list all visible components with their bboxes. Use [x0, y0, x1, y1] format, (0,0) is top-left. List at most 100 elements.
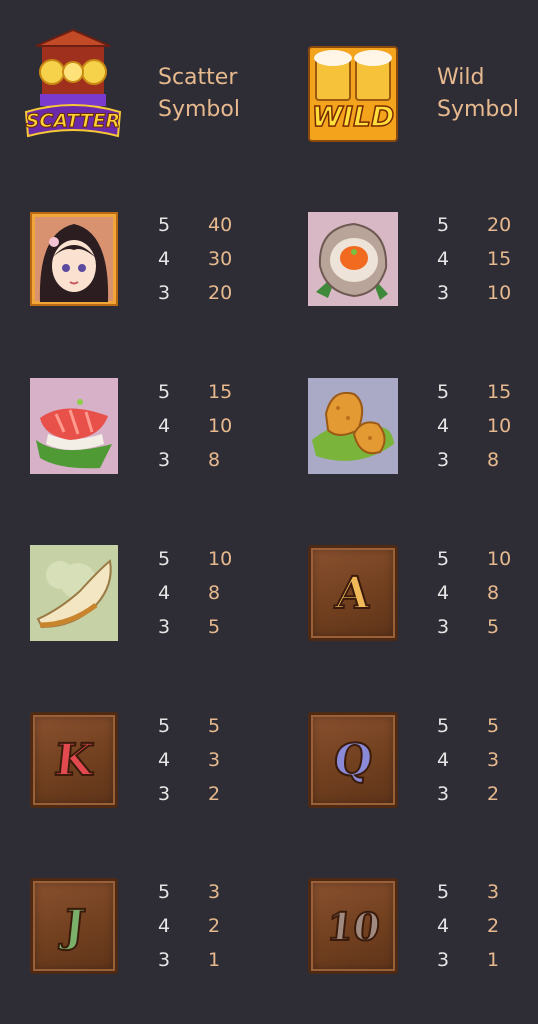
pay-count: 3: [437, 282, 450, 304]
croquette-paytable: 5 15 4 10 38: [437, 375, 511, 477]
pay-count: 3: [158, 949, 171, 971]
a-paytable: 5 10 48 35: [437, 542, 511, 644]
pay-count: 4: [437, 915, 450, 937]
pay-row: 4 15: [437, 242, 511, 276]
letter-j-icon: J: [30, 878, 118, 974]
pay-row: 48: [158, 576, 232, 610]
wild-label: Wild Symbol: [437, 62, 519, 126]
pay-value: 2: [208, 783, 221, 805]
pay-row: 32: [158, 777, 220, 811]
wild-label-line2: Symbol: [437, 97, 519, 122]
pay-count: 5: [158, 715, 171, 737]
letter-a-glyph: A: [332, 567, 374, 620]
pay-row: 35: [437, 610, 511, 644]
ten-icon: 10: [308, 878, 398, 974]
pay-count: 4: [158, 415, 171, 437]
letter-k-icon: K: [30, 712, 118, 808]
pay-row: 42: [437, 909, 499, 943]
k-paytable: 55 43 32: [158, 709, 220, 811]
pay-count: 3: [158, 783, 171, 805]
pay-row: 53: [158, 875, 220, 909]
pay-row: 43: [158, 743, 220, 777]
pay-row: 5 40: [158, 208, 232, 242]
pay-count: 5: [158, 381, 171, 403]
pay-row: 43: [437, 743, 499, 777]
letter-j-glyph: J: [60, 900, 88, 953]
pay-value: 10: [208, 548, 233, 570]
oyster-paytable: 5 20 4 15 3 10: [437, 208, 511, 310]
pay-row: 55: [158, 709, 220, 743]
pay-value: 3: [208, 749, 221, 771]
letter-q-glyph: Q: [330, 734, 376, 787]
pay-count: 3: [158, 282, 171, 304]
pay-row: 35: [158, 610, 232, 644]
pay-value: 20: [208, 282, 233, 304]
pay-count: 5: [437, 715, 450, 737]
gyoza-icon: [30, 545, 118, 641]
pay-row: 5 20: [437, 208, 511, 242]
oyster-icon: [308, 212, 398, 306]
pay-count: 3: [158, 616, 171, 638]
pay-row: 5 10: [437, 542, 511, 576]
pay-row: 31: [158, 943, 220, 977]
pay-count: 5: [158, 214, 171, 236]
pay-count: 5: [437, 381, 450, 403]
pay-count: 5: [158, 881, 171, 903]
pay-row: 3 10: [437, 276, 511, 310]
pay-row: 38: [158, 443, 232, 477]
sushi-paytable: 5 15 4 10 38: [158, 375, 232, 477]
pay-count: 5: [437, 548, 450, 570]
pay-row: 48: [437, 576, 511, 610]
q-paytable: 55 43 32: [437, 709, 499, 811]
pay-value: 10: [487, 415, 512, 437]
pay-value: 5: [487, 715, 500, 737]
letter-k-glyph: K: [51, 734, 97, 787]
pay-value: 10: [208, 415, 233, 437]
j-paytable: 53 42 31: [158, 875, 220, 977]
tuna-sushi-icon: [30, 378, 118, 474]
pay-value: 10: [487, 548, 512, 570]
pay-count: 4: [437, 582, 450, 604]
pay-count: 4: [437, 415, 450, 437]
geisha-girl-icon: [30, 212, 118, 306]
pay-count: 3: [158, 449, 171, 471]
pay-row: 42: [158, 909, 220, 943]
pay-value: 10: [487, 282, 512, 304]
pay-row: 32: [437, 777, 499, 811]
scatter-text: SCATTER: [25, 110, 121, 133]
letter-a-icon: A: [308, 545, 398, 641]
pay-value: 8: [487, 449, 500, 471]
pay-value: 8: [487, 582, 500, 604]
pay-count: 4: [158, 248, 171, 270]
scatter-label-line1: Scatter: [158, 65, 238, 90]
pay-count: 3: [437, 783, 450, 805]
pay-count: 4: [437, 749, 450, 771]
pay-value: 5: [208, 616, 221, 638]
pay-value: 2: [487, 783, 500, 805]
pay-value: 30: [208, 248, 233, 270]
pay-row: 31: [437, 943, 499, 977]
pay-row: 3 20: [158, 276, 232, 310]
pay-count: 4: [437, 248, 450, 270]
pay-row: 4 30: [158, 242, 232, 276]
ten-glyph: 10: [323, 903, 383, 950]
scatter-label: Scatter Symbol: [158, 62, 240, 126]
pay-value: 3: [208, 881, 221, 903]
pay-row: 5 10: [158, 542, 232, 576]
gyoza-paytable: 5 10 48 35: [158, 542, 232, 644]
pay-value: 15: [487, 381, 512, 403]
pay-value: 15: [208, 381, 233, 403]
pay-value: 8: [208, 449, 221, 471]
ten-paytable: 53 42 31: [437, 875, 499, 977]
scatter-label-line2: Symbol: [158, 97, 240, 122]
pay-row: 4 10: [158, 409, 232, 443]
pay-value: 3: [487, 881, 500, 903]
pay-value: 15: [487, 248, 512, 270]
pay-row: 5 15: [158, 375, 232, 409]
pay-value: 2: [208, 915, 221, 937]
pay-row: 55: [437, 709, 499, 743]
pay-value: 1: [208, 949, 221, 971]
pay-row: 5 15: [437, 375, 511, 409]
pay-row: 38: [437, 443, 511, 477]
pay-count: 3: [437, 449, 450, 471]
